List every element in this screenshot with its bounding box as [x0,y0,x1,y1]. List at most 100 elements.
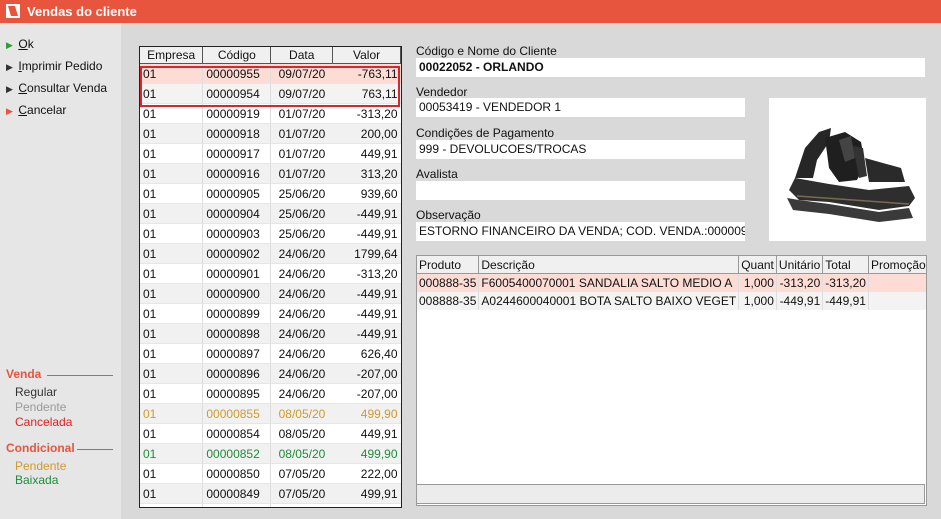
sales-cell-empresa: 01 [140,243,204,264]
items-grid[interactable]: Produto Descrição Quant Unitário Total P… [416,255,927,506]
sales-cell-codigo: 00000852 [202,443,272,464]
item-cell-produto: 008888-35 [417,292,480,310]
sales-cell-empresa: 01 [140,423,204,444]
sales-cell-empresa: 01 [140,203,204,224]
sales-cell-valor: 499,91 [332,483,401,504]
sales-row[interactable]: 01 00000850 07/05/20 222,00 [140,463,401,484]
sales-cell-data: 09/07/20 [270,63,333,84]
col-header-empresa[interactable]: Empresa [140,47,204,64]
sales-row[interactable]: 01 00000919 01/07/20 -313,20 [140,103,401,124]
sales-row[interactable]: 01 00000905 25/06/20 939,60 [140,183,401,204]
legend-regular: Regular [15,385,58,399]
sales-cell-codigo: 00000902 [202,243,272,264]
sales-row[interactable]: 01 00000849 07/05/20 499,91 [140,483,401,504]
sales-row[interactable]: 01 00000854 08/05/20 449,91 [140,423,401,444]
sales-cell-data: 25/06/20 [270,223,333,244]
sales-row[interactable]: 01 00000903 25/06/20 -449,91 [140,223,401,244]
sales-row[interactable]: 01 00000898 24/06/20 -449,91 [140,323,401,344]
sales-row[interactable]: 01 00000899 24/06/20 -449,91 [140,303,401,324]
play-green-icon: ▶ [6,40,13,50]
sales-row[interactable]: 01 00000902 24/06/20 1799,64 [140,243,401,264]
items-header-row: Produto Descrição Quant Unitário Total P… [417,256,926,274]
sales-cell-valor: 763,11 [332,83,401,104]
col-header-produto[interactable]: Produto [417,256,480,274]
item-cell-promocao [868,292,926,310]
sales-cell-codigo: 00000954 [202,83,272,104]
sales-cell-codigo: 00000850 [202,463,272,484]
col-header-descricao[interactable]: Descrição [478,256,740,274]
sales-cell-data: 07/05/20 [270,463,333,484]
sales-cell-valor: 626,40 [332,343,401,364]
legend-baixada: Baixada [15,473,59,487]
sales-cell-valor: 313,20 [332,163,401,184]
sales-cell-empresa: 01 [140,123,204,144]
cancel-button[interactable]: ▶ Cancelar [6,103,66,117]
items-footer-bar [416,484,925,504]
sales-cell-valor: 499,90 [332,403,401,424]
sales-cell-valor: 499,91 [332,503,401,507]
sales-cell-codigo: 00000919 [202,103,272,124]
items-table: Produto Descrição Quant Unitário Total P… [417,256,926,310]
sales-row[interactable]: 01 00000895 24/06/20 -207,00 [140,383,401,404]
sales-row[interactable]: 01 00000904 25/06/20 -449,91 [140,203,401,224]
ok-button[interactable]: ▶ Ok [6,37,34,51]
product-photo [769,98,926,241]
sales-cell-codigo: 00000854 [202,423,272,444]
title-bar: Vendas do cliente [0,0,941,23]
view-sale-button[interactable]: ▶ Consultar Venda [6,81,107,95]
cliente-field[interactable]: 00022052 - ORLANDO [416,58,925,77]
sales-row[interactable]: 01 00000955 09/07/20 -763,11 [140,63,401,84]
sales-cell-empresa: 01 [140,143,204,164]
sales-row[interactable]: 01 00000896 24/06/20 -207,00 [140,363,401,384]
sales-cell-codigo: 00000905 [202,183,272,204]
col-header-promocao[interactable]: Promoção [868,256,926,274]
sales-cell-valor: -449,91 [332,203,401,224]
col-header-codigo[interactable]: Código [202,47,272,64]
col-header-valor[interactable]: Valor [332,47,401,64]
sales-row[interactable]: 01 00000954 09/07/20 763,11 [140,83,401,104]
item-row[interactable]: 008888-35 A0244600040001 BOTA SALTO BAIXO… [417,292,926,310]
legend-divider [77,449,113,450]
sales-cell-empresa: 01 [140,323,204,344]
sales-cell-empresa: 01 [140,83,204,104]
avalista-label: Avalista [416,167,458,181]
sales-grid[interactable]: Empresa Código Data Valor 01 00000955 09/0… [139,46,402,508]
sales-cell-valor: 449,91 [332,423,401,444]
sales-cell-data: 08/05/20 [270,403,333,424]
sales-cell-data: 24/06/20 [270,343,333,364]
col-header-quant[interactable]: Quant [738,256,777,274]
avalista-field[interactable] [416,181,745,200]
sales-header-row: Empresa Código Data Valor [140,47,401,64]
sales-row[interactable]: 01 00000918 01/07/20 200,00 [140,123,401,144]
sales-cell-data: 24/06/20 [270,303,333,324]
col-header-total[interactable]: Total [822,256,869,274]
sales-row[interactable]: 01 00000855 08/05/20 499,90 [140,403,401,424]
item-row[interactable]: 000888-35 F6005400070001 SANDALIA SALTO M… [417,273,926,292]
sales-row[interactable]: 01 00000917 01/07/20 449,91 [140,143,401,164]
sales-cell-codigo: 00000904 [202,203,272,224]
legend-venda-title: Venda [6,367,42,381]
sales-cell-data: 24/06/20 [270,363,333,384]
sales-cell-empresa: 01 [140,103,204,124]
sales-cell-empresa: 01 [140,483,204,504]
sales-cell-valor: -313,20 [332,103,401,124]
sales-cell-data: 24/06/20 [270,323,333,344]
sales-row[interactable]: 010000084817/04/20499,91 [140,503,401,507]
sales-row[interactable]: 01 00000916 01/07/20 313,20 [140,163,401,184]
sales-row[interactable]: 01 00000852 08/05/20 499,90 [140,443,401,464]
item-cell-total: -449,91 [822,292,869,310]
item-cell-promocao [868,273,926,292]
print-order-button[interactable]: ▶ Imprimir Pedido [6,59,102,73]
vendedor-field[interactable]: 00053419 - VENDEDOR 1 [416,98,745,117]
col-header-unitario[interactable]: Unitário [776,256,824,274]
condicoes-field[interactable]: 999 - DEVOLUCOES/TROCAS [416,140,745,159]
sales-cell-valor: 222,00 [332,463,401,484]
sales-cell-valor: 1799,64 [332,243,401,264]
sales-cell-valor: 449,91 [332,143,401,164]
observacao-field[interactable]: ESTORNO FINANCEIRO DA VENDA; COD. VENDA.… [416,222,745,241]
vendedor-label: Vendedor [416,85,468,99]
sales-row[interactable]: 01 00000897 24/06/20 626,40 [140,343,401,364]
sales-row[interactable]: 01 00000901 24/06/20 -313,20 [140,263,401,284]
sales-row[interactable]: 01 00000900 24/06/20 -449,91 [140,283,401,304]
col-header-data[interactable]: Data [270,47,334,64]
